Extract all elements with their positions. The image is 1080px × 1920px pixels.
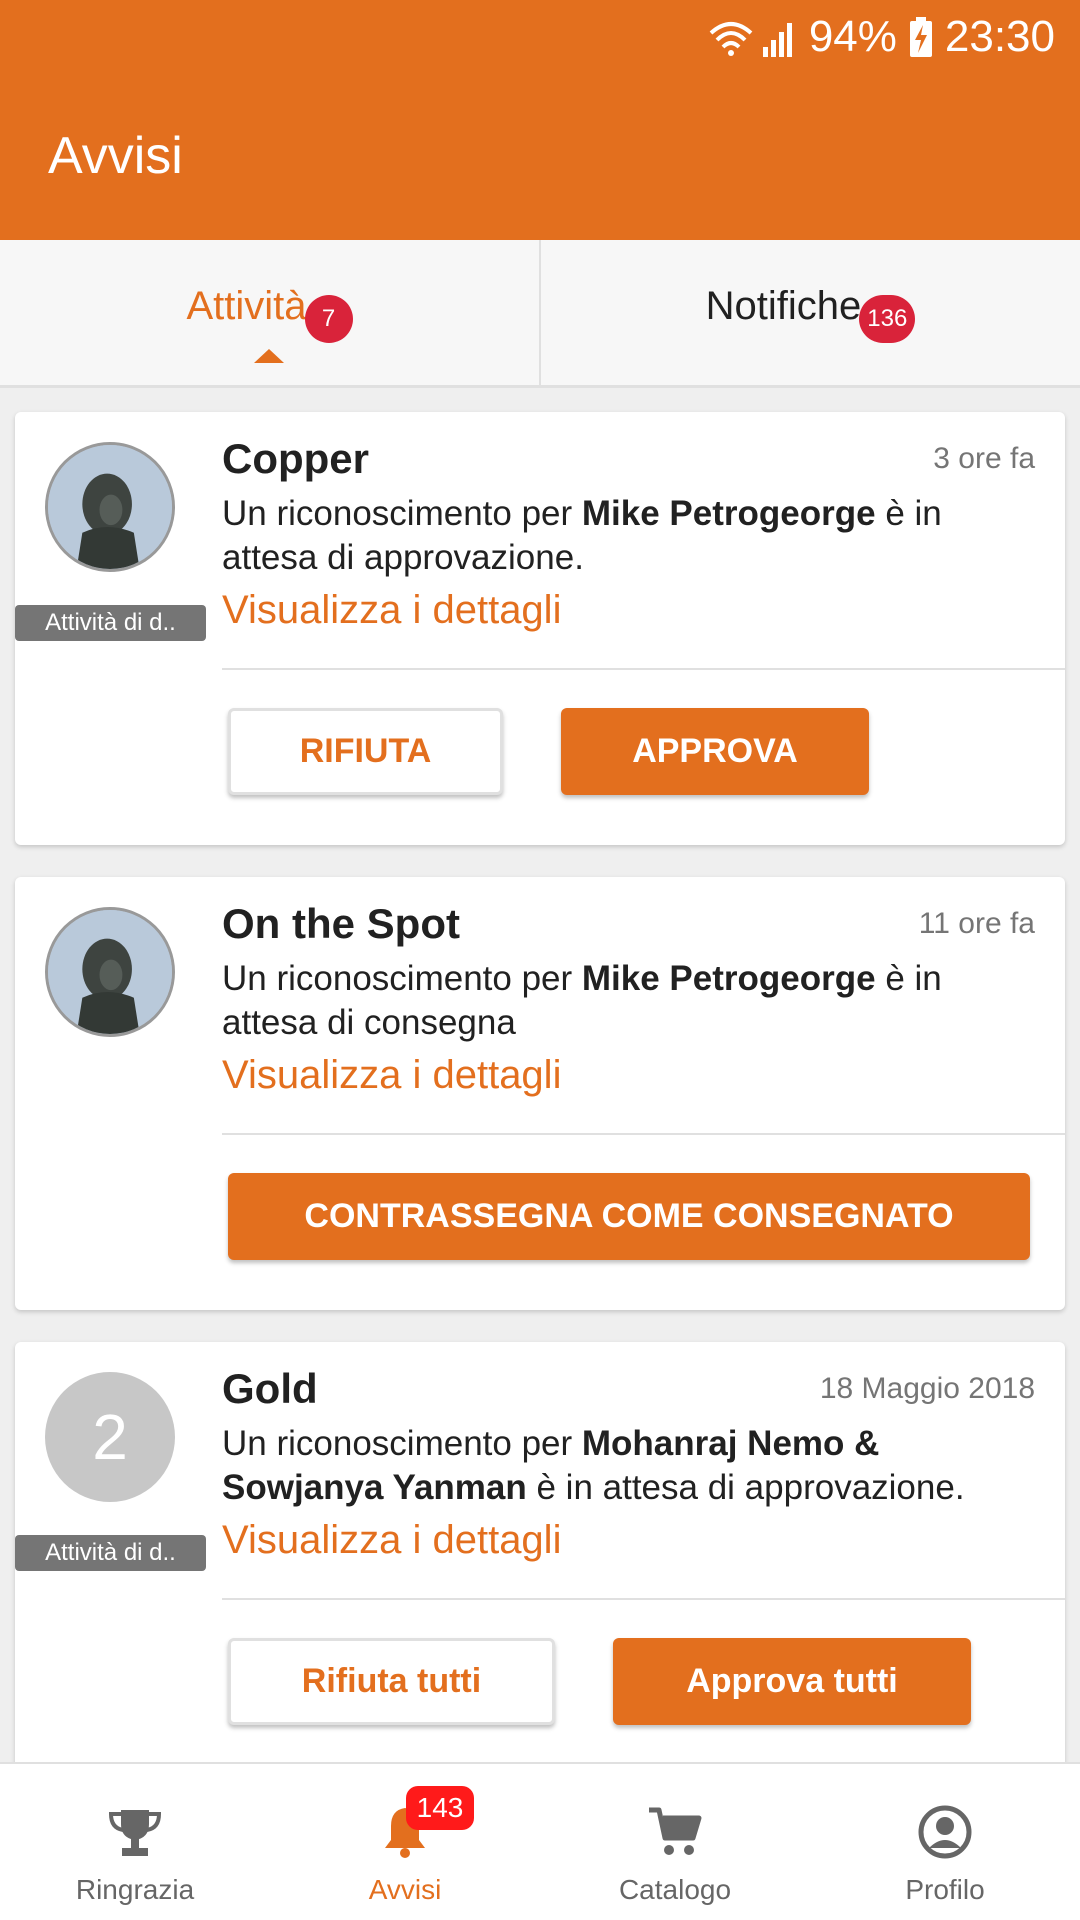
cart-icon [649, 1807, 702, 1855]
battery-charging-icon [909, 17, 932, 57]
nav-label: Avvisi [368, 1874, 442, 1905]
activity-card: On the Spot 11 ore fa Un riconoscimento … [15, 877, 1065, 1310]
divider [222, 1598, 1065, 1600]
card-text-prefix: Un riconoscimento per [222, 1424, 582, 1463]
details-link[interactable]: Visualizza i dettagli [222, 1053, 561, 1098]
card-title: Gold [222, 1365, 318, 1412]
approve-all-button[interactable]: Approva tutti [613, 1638, 971, 1725]
details-link[interactable]: Visualizza i dettagli [222, 588, 561, 633]
nav-avvisi[interactable]: 143 Avvisi [270, 1764, 540, 1920]
card-time: 11 ore fa [918, 907, 1035, 940]
tab-label: Attività [186, 284, 307, 328]
card-text: Un riconoscimento per Mohanraj Nemo & So… [222, 1422, 1022, 1510]
nav-profilo[interactable]: Profilo [810, 1764, 1080, 1920]
battery-percent: 94% [808, 12, 897, 61]
reject-button[interactable]: RIFIUTA [228, 708, 503, 795]
notification-count-badge: 143 [406, 1786, 474, 1830]
tab-badge: 136 [859, 294, 916, 343]
status-bar: 94% 23:30 [709, 12, 1055, 62]
mark-delivered-button[interactable]: CONTRASSEGNA COME CONSEGNATO [228, 1173, 1030, 1260]
nav-label: Profilo [905, 1874, 985, 1905]
card-title: On the Spot [222, 900, 460, 947]
tab-bar: Attività 7 Notifiche 136 [0, 240, 1080, 388]
reject-all-button[interactable]: Rifiuta tutti [228, 1638, 555, 1725]
app-bar: 94% 23:30 Avvisi [0, 0, 1080, 240]
avatar-photo [48, 910, 172, 1034]
bottom-navigation: Ringrazia 143 Avvisi Catalogo Profilo [0, 1762, 1080, 1920]
nav-label: Catalogo [618, 1874, 732, 1905]
details-link[interactable]: Visualizza i dettagli [222, 1518, 561, 1563]
card-text: Un riconoscimento per Mike Petrogeorge è… [222, 957, 1022, 1045]
wifi-icon [709, 22, 753, 56]
card-time: 3 ore fa [933, 442, 1035, 475]
avatar [45, 907, 175, 1037]
tab-badge: 7 [304, 294, 353, 343]
avatar-photo [48, 445, 172, 569]
card-recipient: Mike Petrogeorge [581, 494, 876, 533]
active-tab-indicator [253, 349, 284, 363]
page-title: Avvisi [48, 127, 183, 185]
clock: 23:30 [944, 12, 1055, 61]
tab-label: Notifiche [705, 284, 862, 328]
nav-catalogo[interactable]: Catalogo [540, 1764, 810, 1920]
card-time: 18 Maggio 2018 [819, 1372, 1035, 1405]
tab-attivita[interactable]: Attività 7 [0, 240, 539, 385]
avatar [45, 442, 175, 572]
card-text-suffix: è in attesa di approvazione. [526, 1468, 965, 1507]
activity-card: Attività di d.. Copper 3 ore fa Un ricon… [15, 412, 1065, 845]
activity-tag: Attività di d.. [15, 1535, 206, 1571]
card-recipient: Mike Petrogeorge [581, 959, 876, 998]
approve-button[interactable]: APPROVA [561, 708, 869, 795]
activity-tag: Attività di d.. [15, 605, 206, 641]
trophy-icon [108, 1810, 162, 1856]
tab-notifiche[interactable]: Notifiche 136 [539, 240, 1080, 385]
divider [222, 668, 1065, 670]
card-text: Un riconoscimento per Mike Petrogeorge è… [222, 492, 1022, 580]
nav-ringrazia[interactable]: Ringrazia [0, 1764, 270, 1920]
card-text-prefix: Un riconoscimento per [222, 494, 582, 533]
group-count-avatar: 2 [45, 1372, 175, 1502]
activity-card: 2 Attività di d.. Gold 18 Maggio 2018 Un… [15, 1342, 1065, 1775]
card-title: Copper [222, 435, 369, 482]
profile-icon [918, 1805, 972, 1859]
card-text-prefix: Un riconoscimento per [222, 959, 582, 998]
divider [222, 1133, 1065, 1135]
nav-label: Ringrazia [75, 1874, 195, 1905]
signal-icon [762, 23, 792, 57]
